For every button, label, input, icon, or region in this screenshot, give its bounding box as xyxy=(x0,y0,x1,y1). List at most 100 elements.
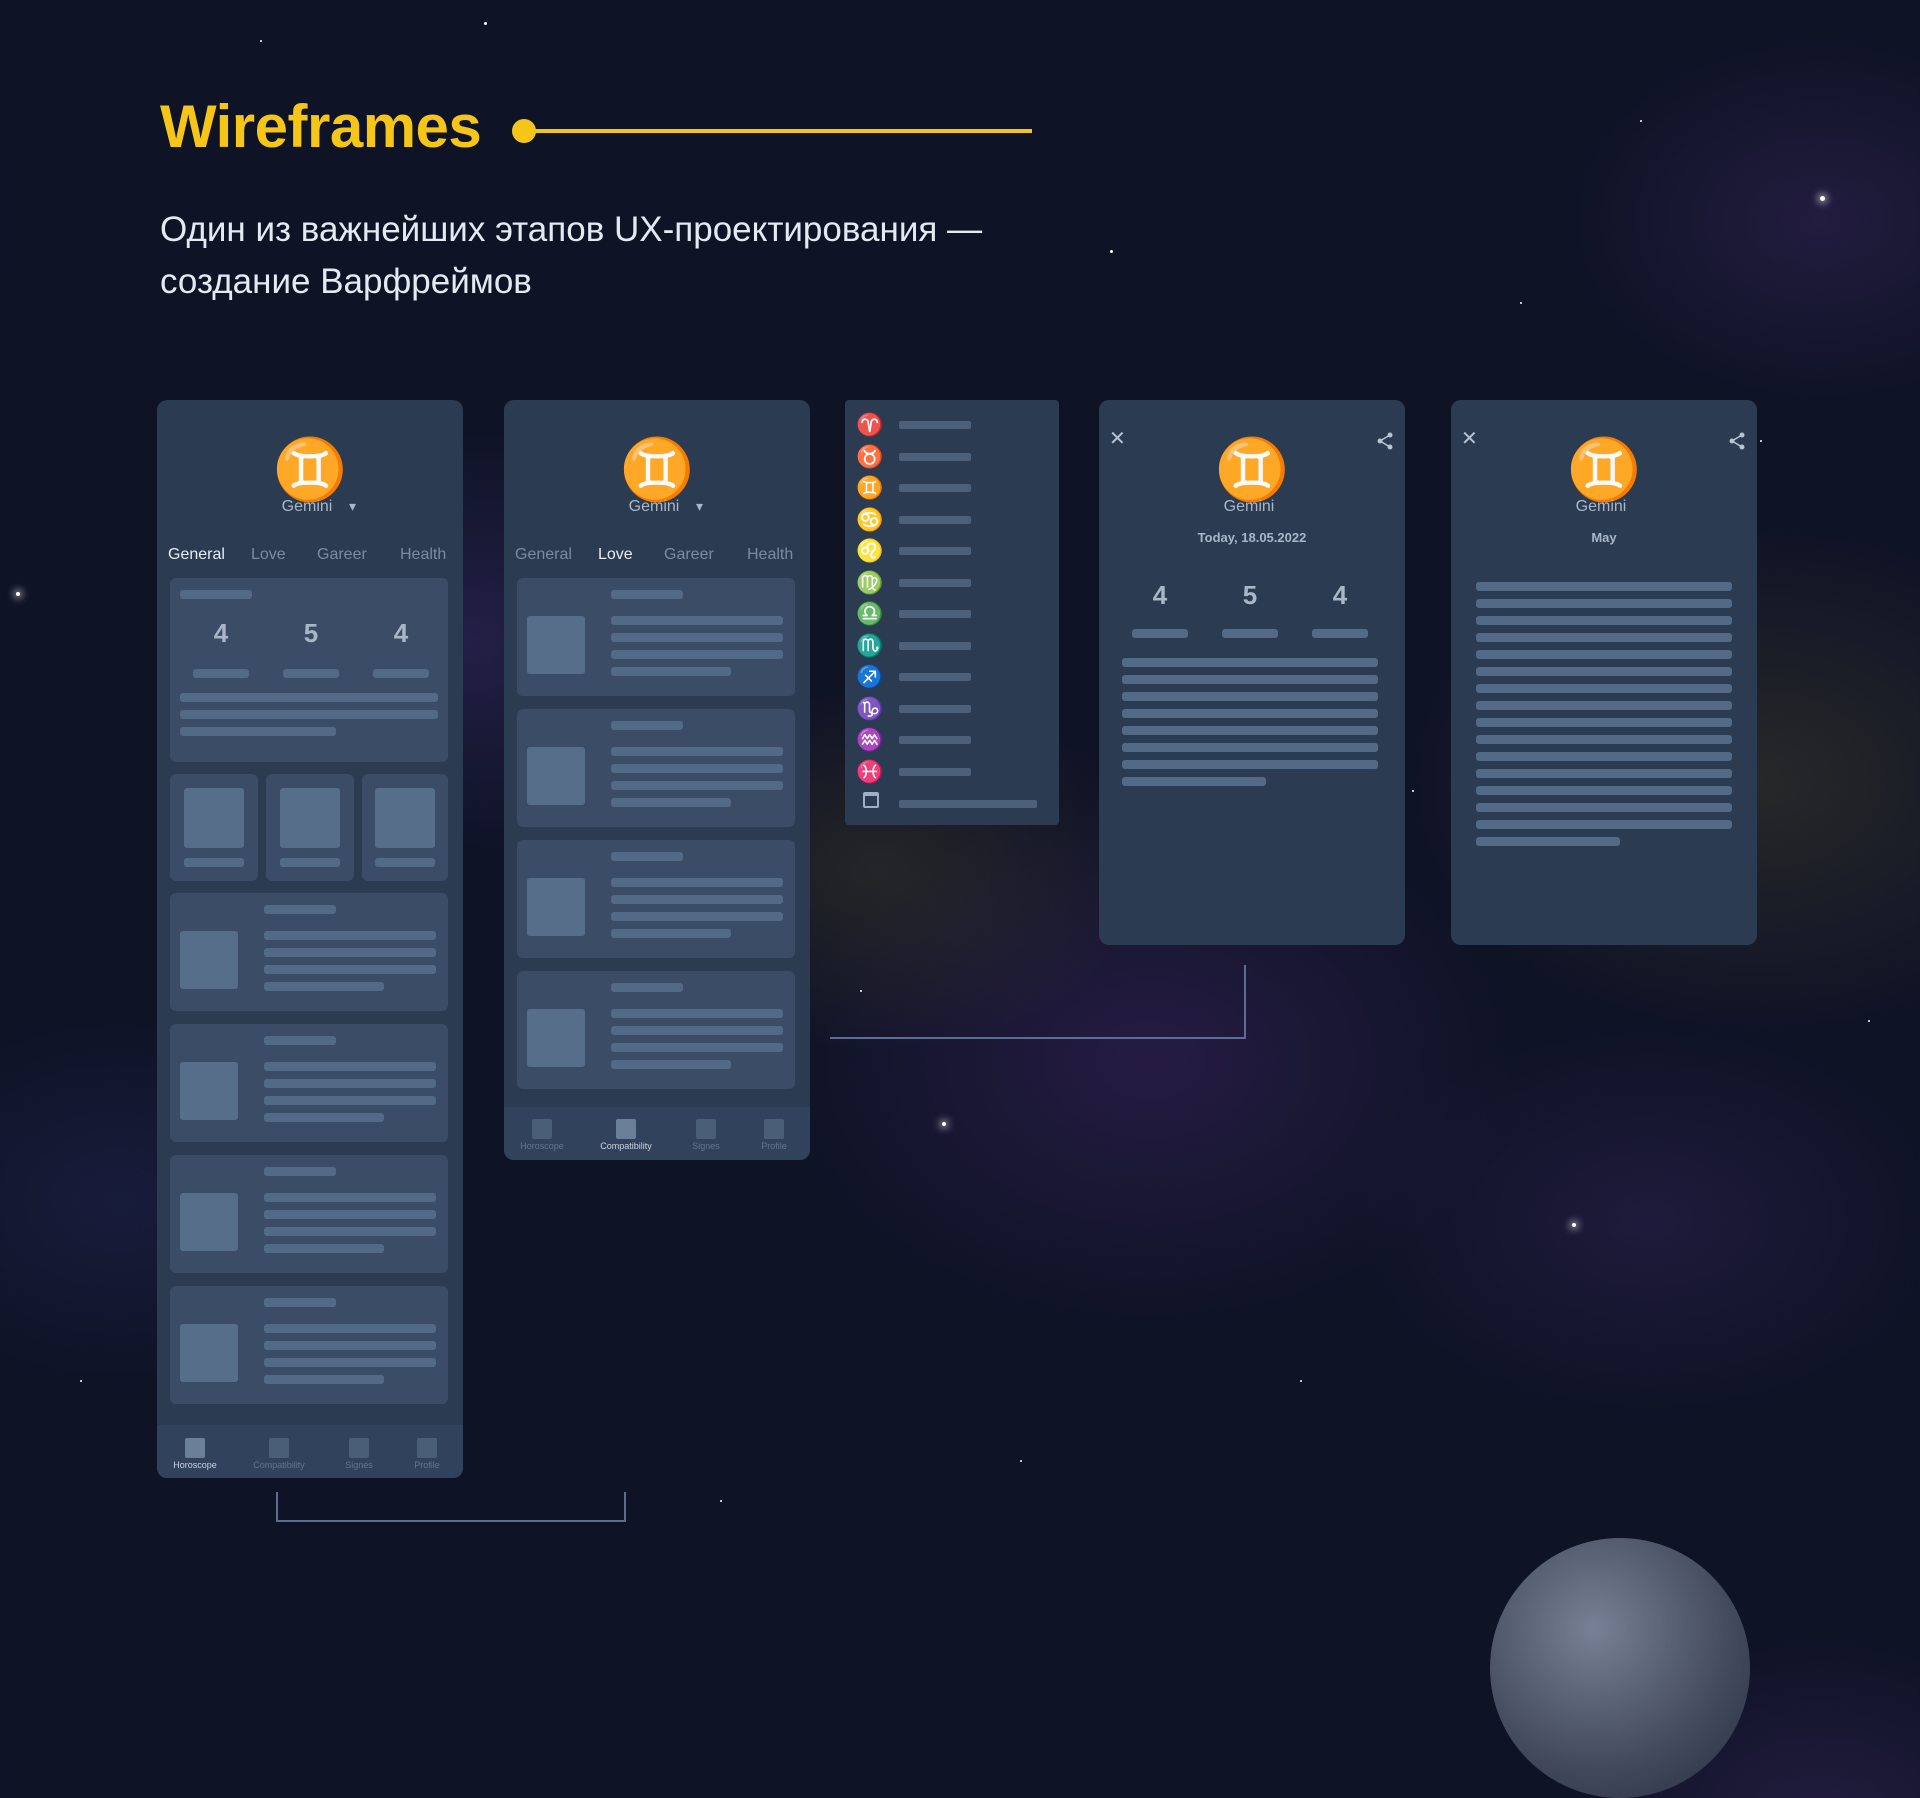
nav-compatibility-icon[interactable] xyxy=(616,1119,636,1139)
date-picker-bar[interactable] xyxy=(899,800,1037,808)
tab-general[interactable]: General xyxy=(515,546,572,564)
mini-card[interactable] xyxy=(266,774,354,881)
nav-horoscope-icon[interactable] xyxy=(532,1119,552,1139)
score-value: 5 xyxy=(1242,580,1258,610)
pisces-icon[interactable]: ♓ xyxy=(855,760,885,784)
tab-career[interactable]: Gareer xyxy=(664,546,714,564)
calendar-icon[interactable] xyxy=(863,792,879,808)
zodiac-item-bar[interactable] xyxy=(899,736,971,744)
list-card[interactable] xyxy=(170,1155,448,1273)
placeholder-bar xyxy=(611,616,783,625)
nav-signes-icon[interactable] xyxy=(696,1119,716,1139)
libra-icon[interactable]: ♎ xyxy=(855,602,885,626)
aries-icon[interactable]: ♈ xyxy=(855,413,885,437)
nav-profile-label[interactable]: Profile xyxy=(387,1460,463,1470)
list-card[interactable] xyxy=(517,709,795,827)
placeholder-bar xyxy=(611,912,783,921)
zodiac-item-bar[interactable] xyxy=(899,453,971,461)
capricorn-icon[interactable]: ♑ xyxy=(855,697,885,721)
list-card[interactable] xyxy=(170,1286,448,1404)
image-placeholder xyxy=(527,616,585,674)
list-card[interactable] xyxy=(170,893,448,1011)
zodiac-item-bar[interactable] xyxy=(899,421,971,429)
gemini-icon: ♊ xyxy=(619,436,695,503)
star xyxy=(1572,1223,1576,1227)
nav-horoscope-label[interactable]: Horoscope xyxy=(157,1460,235,1470)
chevron-down-icon[interactable]: ▾ xyxy=(696,498,703,515)
zodiac-item-bar[interactable] xyxy=(899,610,971,618)
tab-general[interactable]: General xyxy=(168,546,225,564)
page-subtitle: Один из важнейших этапов UX-проектирован… xyxy=(160,204,1080,308)
text-line xyxy=(1476,820,1732,829)
nav-profile-icon[interactable] xyxy=(764,1119,784,1139)
virgo-icon[interactable]: ♍ xyxy=(855,571,885,595)
aquarius-icon[interactable]: ♒ xyxy=(855,728,885,752)
star xyxy=(1110,250,1113,253)
nav-horoscope-label[interactable]: Horoscope xyxy=(504,1141,582,1151)
placeholder-bar xyxy=(611,1043,783,1052)
list-card[interactable] xyxy=(517,971,795,1089)
tab-career[interactable]: Gareer xyxy=(317,546,367,564)
zodiac-item-bar[interactable] xyxy=(899,579,971,587)
star xyxy=(1020,1460,1022,1462)
list-card[interactable] xyxy=(517,578,795,696)
summary-card[interactable]: 4 5 4 xyxy=(170,578,448,762)
zodiac-item-bar[interactable] xyxy=(899,516,971,524)
zodiac-item-bar[interactable] xyxy=(899,673,971,681)
taurus-icon[interactable]: ♉ xyxy=(855,445,885,469)
scorpio-icon[interactable]: ♏ xyxy=(855,634,885,658)
tab-love[interactable]: Love xyxy=(598,546,633,564)
score-value: 4 xyxy=(213,618,229,648)
nav-compatibility-label[interactable]: Compatibility xyxy=(586,1141,666,1151)
cancer-icon[interactable]: ♋ xyxy=(855,508,885,532)
zodiac-item-bar[interactable] xyxy=(899,705,971,713)
gemini-icon: ♊ xyxy=(272,436,348,503)
placeholder-bar xyxy=(184,858,244,867)
nav-horoscope-icon[interactable] xyxy=(185,1438,205,1458)
text-line xyxy=(1476,752,1732,761)
bottom-nav: Horoscope Compatibility Signes Profile xyxy=(504,1107,810,1160)
period-label: May xyxy=(1591,530,1617,545)
placeholder-bar xyxy=(611,747,783,756)
tab-health[interactable]: Health xyxy=(747,546,793,564)
image-placeholder xyxy=(527,878,585,936)
sign-selector-dropdown: ♈ ♉ ♊ ♋ ♌ ♍ ♎ ♏ ♐ ♑ ♒ ♓ xyxy=(845,400,1059,825)
nav-profile-label[interactable]: Profile xyxy=(734,1141,810,1151)
text-line xyxy=(1476,667,1732,676)
image-placeholder xyxy=(180,1193,238,1251)
tab-love[interactable]: Love xyxy=(251,546,286,564)
nav-compatibility-icon[interactable] xyxy=(269,1438,289,1458)
wireframe-horoscope-general: ♊ Gemini ▾ General Love Gareer Health 4 … xyxy=(157,400,463,1478)
sign-name: Gemini xyxy=(1575,498,1627,515)
list-card[interactable] xyxy=(517,840,795,958)
star xyxy=(942,1122,946,1126)
nav-profile-icon[interactable] xyxy=(417,1438,437,1458)
placeholder-bar xyxy=(280,858,340,867)
text-line xyxy=(1476,684,1732,693)
placeholder-bar xyxy=(611,633,783,642)
nav-signes-icon[interactable] xyxy=(349,1438,369,1458)
zodiac-item-bar[interactable] xyxy=(899,768,971,776)
mini-card[interactable] xyxy=(170,774,258,881)
text-line xyxy=(1122,777,1266,786)
image-placeholder xyxy=(184,788,244,848)
sagittarius-icon[interactable]: ♐ xyxy=(855,665,885,689)
placeholder-bar xyxy=(611,929,731,938)
nav-compatibility-label[interactable]: Compatibility xyxy=(239,1460,319,1470)
zodiac-item-bar[interactable] xyxy=(899,484,971,492)
score-value: 5 xyxy=(303,618,319,648)
mini-card[interactable] xyxy=(362,774,448,881)
score-value: 4 xyxy=(393,618,409,648)
list-card[interactable] xyxy=(170,1024,448,1142)
leo-icon[interactable]: ♌ xyxy=(855,539,885,563)
tab-health[interactable]: Health xyxy=(400,546,446,564)
zodiac-item-bar[interactable] xyxy=(899,642,971,650)
zodiac-item-bar[interactable] xyxy=(899,547,971,555)
chevron-down-icon[interactable]: ▾ xyxy=(349,498,356,515)
placeholder-bar xyxy=(180,727,336,736)
text-line xyxy=(1122,709,1378,718)
gemini-icon[interactable]: ♊ xyxy=(855,476,885,500)
text-line xyxy=(1476,786,1732,795)
placeholder-bar xyxy=(611,798,731,807)
placeholder-bar xyxy=(264,1193,436,1202)
